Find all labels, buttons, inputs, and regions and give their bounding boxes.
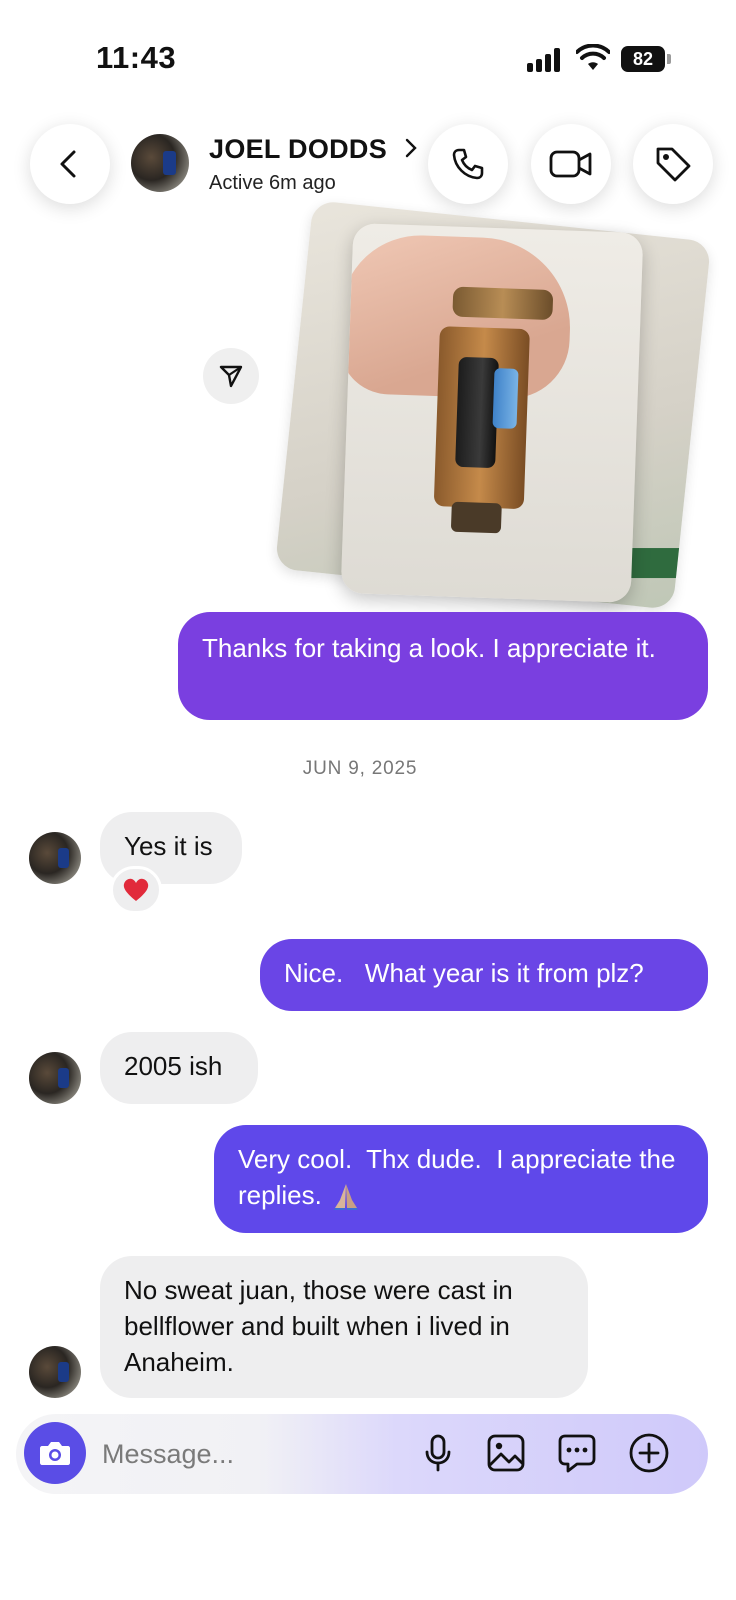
contact-avatar[interactable] <box>131 134 189 192</box>
sender-avatar[interactable] <box>29 832 81 884</box>
active-status: Active 6m ago <box>209 172 336 194</box>
gallery-icon <box>487 1434 525 1472</box>
mic-icon <box>425 1434 451 1472</box>
video-call-button[interactable] <box>531 124 611 204</box>
message-incoming[interactable]: No sweat juan, those were cast in bellfl… <box>100 1256 588 1398</box>
voice-message-button[interactable] <box>416 1431 460 1475</box>
status-bar: 11:43 82 <box>0 0 736 110</box>
photo-stack[interactable] <box>274 200 715 610</box>
heart-icon <box>123 878 149 901</box>
contact-name[interactable]: JOEL DODDS <box>209 134 387 165</box>
sender-avatar[interactable] <box>29 1052 81 1104</box>
message-incoming[interactable]: 2005 ish <box>100 1032 258 1104</box>
sender-avatar[interactable] <box>29 1346 81 1398</box>
reaction-badge[interactable] <box>110 866 162 914</box>
date-separator: JUN 9, 2025 <box>302 758 418 779</box>
sticker-button[interactable] <box>555 1431 599 1475</box>
sticker-icon <box>558 1434 596 1473</box>
status-time: 11:43 <box>96 40 177 75</box>
add-button[interactable] <box>627 1431 671 1475</box>
back-icon <box>60 150 76 178</box>
message-outgoing[interactable]: Thanks for taking a look. I appreciate i… <box>178 612 708 720</box>
photo-front[interactable] <box>340 223 644 603</box>
tag-button[interactable] <box>633 124 713 204</box>
gallery-button[interactable] <box>484 1431 528 1475</box>
plus-icon <box>629 1433 669 1473</box>
cellular-signal-icon <box>527 48 565 72</box>
share-button[interactable] <box>203 348 259 404</box>
battery-level: 82 <box>621 46 665 72</box>
video-icon <box>549 150 592 178</box>
back-button[interactable] <box>30 124 110 204</box>
chat-header: JOEL DODDS Active 6m ago <box>0 120 736 210</box>
wifi-icon <box>575 43 611 72</box>
chevron-right-icon[interactable] <box>404 138 418 163</box>
folded-hands-emoji <box>329 1180 363 1210</box>
camera-button[interactable] <box>24 1422 86 1484</box>
audio-call-button[interactable] <box>428 124 508 204</box>
phone-icon <box>452 148 484 180</box>
message-input[interactable] <box>102 1434 402 1474</box>
share-icon <box>219 365 243 388</box>
camera-icon <box>40 1442 70 1465</box>
battery-icon: 82 <box>621 46 671 72</box>
message-outgoing[interactable]: Very cool. Thx dude. I appreciate the re… <box>214 1125 708 1233</box>
message-composer <box>16 1414 708 1494</box>
tag-icon <box>656 147 691 182</box>
message-outgoing[interactable]: Nice. What year is it from plz? <box>260 939 708 1011</box>
